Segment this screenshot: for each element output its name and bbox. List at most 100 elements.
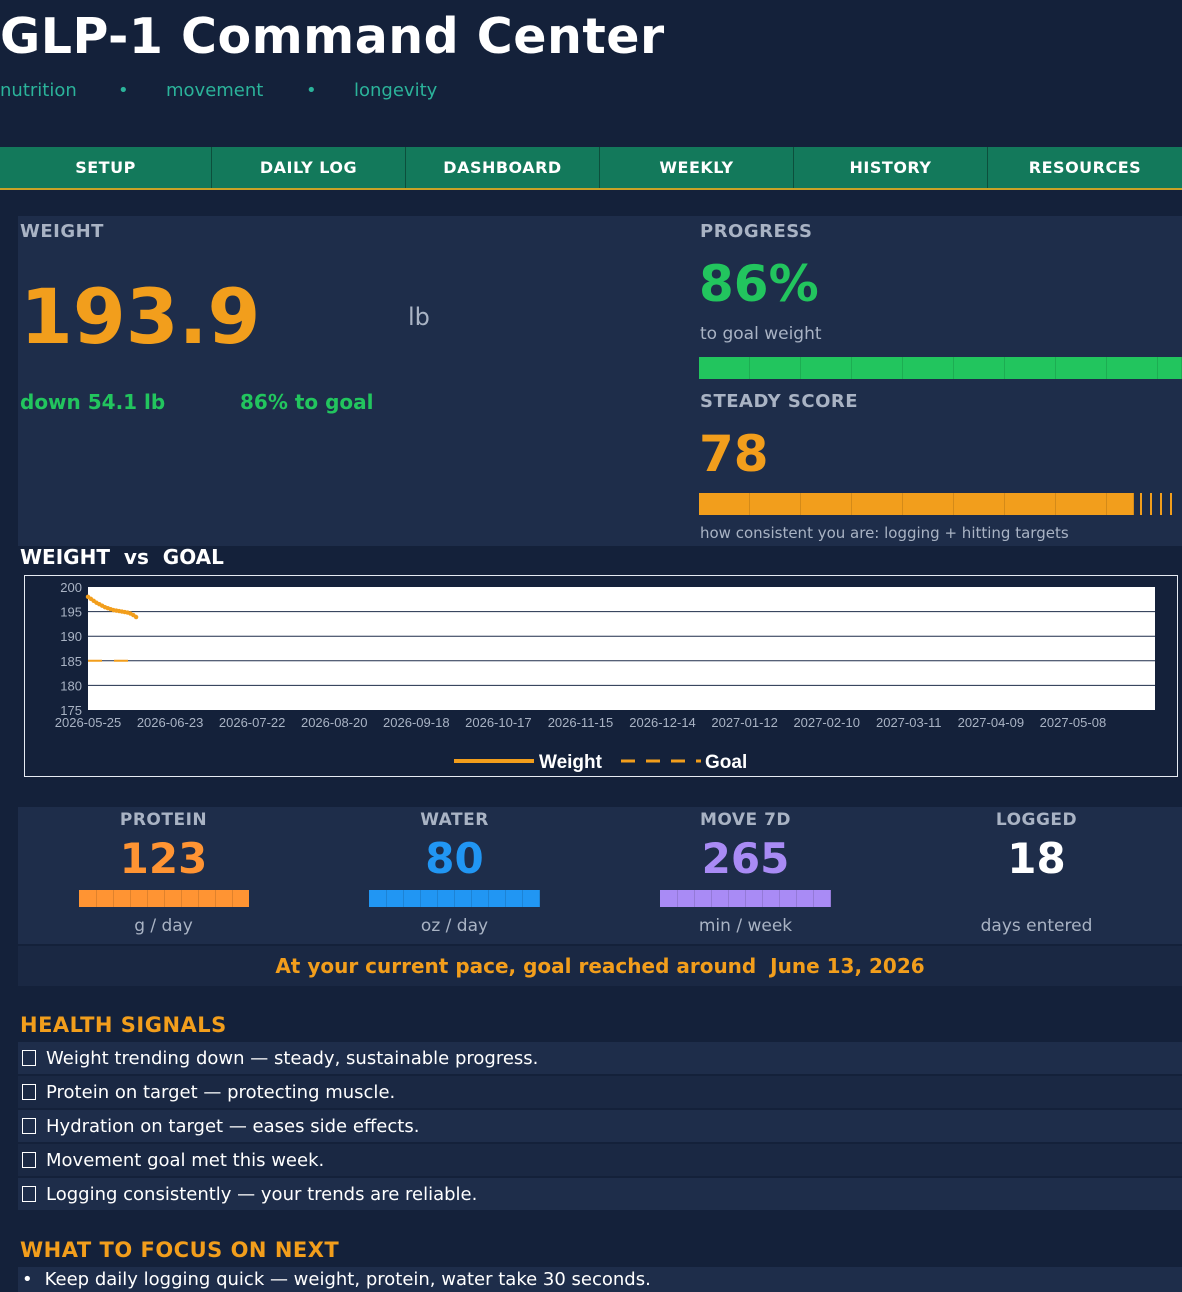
bar-divider xyxy=(813,890,814,907)
metric-unit: g / day xyxy=(134,916,193,936)
metric-logged: LOGGED 18 days entered xyxy=(891,807,1182,936)
bar-segment xyxy=(1056,357,1107,379)
progress-bar xyxy=(699,357,1182,379)
x-tick-label: 2026-09-18 xyxy=(383,715,450,730)
bar-segment xyxy=(801,493,852,515)
list-item: Protein on target — protecting muscle. xyxy=(18,1076,1182,1108)
steady-score-label: STEADY SCORE xyxy=(700,391,859,412)
bar-divider xyxy=(745,890,746,907)
bar-divider xyxy=(762,890,763,907)
bar-divider xyxy=(163,890,165,907)
bar-segment xyxy=(903,493,954,515)
bar-divider xyxy=(522,890,523,907)
bar-segment xyxy=(1005,357,1056,379)
x-tick-label: 2026-10-17 xyxy=(465,715,532,730)
metric-bar xyxy=(660,890,831,907)
plot-area xyxy=(88,587,1155,710)
steady-score-bar xyxy=(699,493,1182,515)
bar-tick xyxy=(1150,493,1152,515)
bar-divider xyxy=(214,890,216,907)
list-item: Weight trending down — steady, sustainab… xyxy=(18,1042,1182,1074)
bar-divider xyxy=(403,890,404,907)
bar-divider xyxy=(728,890,729,907)
check-icon xyxy=(22,1118,36,1134)
check-icon xyxy=(22,1084,36,1100)
bar-divider xyxy=(471,890,472,907)
signal-text: Hydration on target — eases side effects… xyxy=(46,1115,420,1137)
bar-segment xyxy=(750,493,801,515)
subtitle-longevity: longevity xyxy=(354,80,438,101)
metric-bar xyxy=(78,890,249,907)
chart-title-vs: vs xyxy=(123,545,149,569)
bar-segment xyxy=(903,357,954,379)
weight-value: 193.9 xyxy=(20,272,261,361)
legend-label-goal: Goal xyxy=(705,752,747,773)
bar-divider xyxy=(180,890,182,907)
metric-protein: PROTEIN 123 g / day xyxy=(18,807,309,936)
tab-setup[interactable]: SETUP xyxy=(0,147,212,188)
list-item: Logging consistently — your trends are r… xyxy=(18,1178,1182,1210)
legend-label-weight: Weight xyxy=(539,752,603,773)
metric-value: 265 xyxy=(701,834,790,883)
y-tick-label: 185 xyxy=(60,654,82,669)
bullet: • xyxy=(22,1269,33,1290)
bar-divider xyxy=(129,890,131,907)
progress-caption: to goal weight xyxy=(700,324,822,344)
bar-segment xyxy=(954,493,1005,515)
weight-label: WEIGHT xyxy=(20,221,104,242)
subtitle-separator: • xyxy=(118,80,129,101)
tab-dashboard[interactable]: DASHBOARD xyxy=(406,147,600,188)
weight-vs-goal-chart: 2001951901851801752026-05-25 2026-06-23 20… xyxy=(55,580,1155,773)
focus-heading: WHAT TO FOCUS ON NEXT xyxy=(20,1238,340,1262)
weight-unit: lb xyxy=(408,303,430,331)
check-icon xyxy=(22,1050,36,1066)
subtitle-movement: movement xyxy=(166,80,264,101)
weight-chart-frame: 200 195 190 185 180 175 2026-05-25 2026-06-23 20… xyxy=(24,575,1178,777)
bar-segment xyxy=(1056,493,1107,515)
metric-value: 123 xyxy=(119,834,208,883)
subtitle-separator: • xyxy=(306,80,317,101)
tab-weekly[interactable]: WEEKLY xyxy=(600,147,794,188)
tab-history[interactable]: HISTORY xyxy=(794,147,988,188)
steady-score-caption: how consistent you are: logging + hittin… xyxy=(700,524,1069,542)
metric-label: MOVE 7D xyxy=(699,810,792,830)
bar-divider xyxy=(112,890,114,907)
tab-resources[interactable]: RESOURCES xyxy=(988,147,1182,188)
bar-divider xyxy=(420,890,421,907)
goal-pace-banner: At your current pace, goal reached aroun… xyxy=(18,946,1182,986)
bar-segment xyxy=(699,493,750,515)
bar-divider xyxy=(437,890,438,907)
progress-value: 86% xyxy=(699,255,819,313)
list-item: Hydration on target — eases side effects… xyxy=(18,1110,1182,1142)
x-tick-label: 2027-04-09 xyxy=(958,715,1025,730)
bar-tick xyxy=(1170,493,1172,515)
bar-divider xyxy=(694,890,695,907)
tab-daily-log[interactable]: DAILY LOG xyxy=(212,147,406,188)
bar-segment xyxy=(750,357,801,379)
bar-divider xyxy=(454,890,455,907)
bar-divider xyxy=(197,890,199,907)
x-tick-label: 2027-05-08 xyxy=(1040,715,1107,730)
bar-segment xyxy=(801,357,852,379)
x-tick-label: 2026-12-14 xyxy=(629,715,696,730)
bar-divider xyxy=(711,890,712,907)
bar-divider xyxy=(677,890,678,907)
bar-divider xyxy=(231,890,233,907)
data-point xyxy=(133,614,139,620)
metric-value: 80 xyxy=(425,834,484,883)
x-tick-label: 2026-08-20 xyxy=(301,715,368,730)
check-icon xyxy=(22,1152,36,1168)
app-title: GLP-1 Command Center xyxy=(0,8,665,65)
weight-to-goal: 86% to goal xyxy=(240,390,374,414)
metric-bar xyxy=(369,890,540,907)
metric-unit: days entered xyxy=(980,916,1093,936)
progress-label: PROGRESS xyxy=(700,221,813,242)
list-item: • Keep daily logging quick — weight, prot… xyxy=(18,1267,1182,1292)
steady-score-value: 78 xyxy=(699,425,769,483)
bar-tick xyxy=(1140,493,1142,515)
bar-divider xyxy=(95,890,97,907)
x-tick-label: 2026-11-15 xyxy=(548,715,614,730)
x-tick-label: 2027-03-11 xyxy=(876,715,942,730)
metric-unit: oz / day xyxy=(420,916,489,936)
chart-title: WEIGHT vs GOAL xyxy=(20,545,224,569)
